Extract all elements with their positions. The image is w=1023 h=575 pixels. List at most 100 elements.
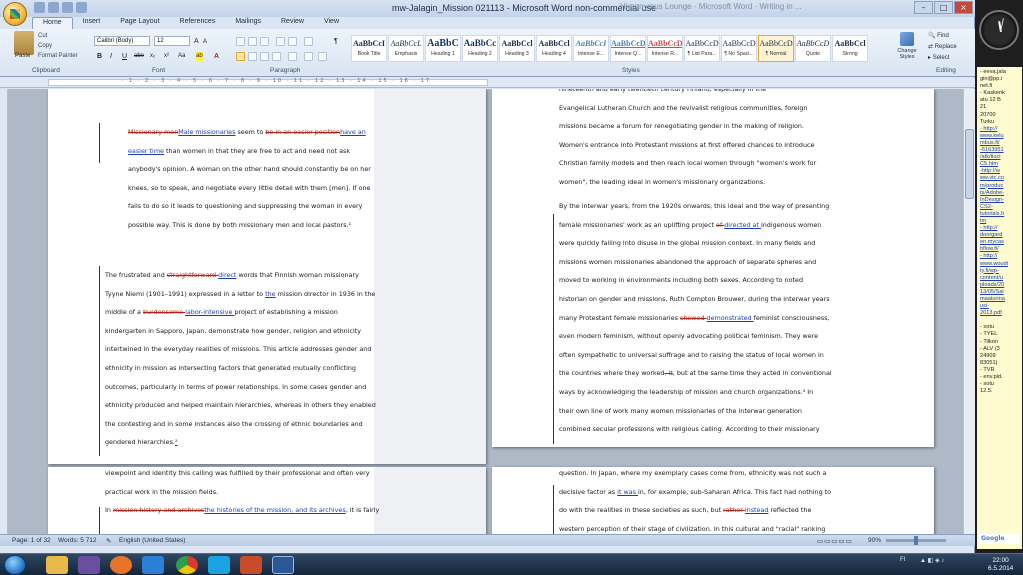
style-emphasis[interactable]: AaBbCcL Emphasis: [388, 35, 424, 62]
close-button[interactable]: ×: [954, 1, 973, 14]
tray-language[interactable]: FI: [900, 557, 905, 563]
style-heading-2[interactable]: AaBbCc Heading 2: [462, 35, 498, 62]
note-link[interactable]: - http://: [980, 225, 1020, 232]
italic-button[interactable]: I: [110, 52, 112, 61]
language-indicator[interactable]: English (United States): [119, 537, 185, 544]
horizontal-ruler[interactable]: · 1 · 2 · 3 · 4 · 5 · 6 · 7 · 8 · 9 · 10…: [0, 78, 975, 88]
sticky-notes-gadget[interactable]: - eeva.jala gin@pp.i net.fi - Kaskenk atu 12…: [977, 67, 1022, 549]
note-link[interactable]: InDesign-: [980, 197, 1020, 204]
style-intense-quote[interactable]: AaBbCcD Intense Q...: [610, 35, 646, 62]
note-link[interactable]: C5.htm: [980, 161, 1020, 168]
font-color-button[interactable]: A: [214, 52, 219, 61]
align-left-icon[interactable]: [236, 52, 245, 61]
scrollbar-thumb[interactable]: [965, 129, 974, 199]
note-link[interactable]: hflow.fi/: [980, 246, 1020, 253]
note-link[interactable]: - http://: [980, 126, 1020, 133]
note-link[interactable]: www.woudi: [980, 261, 1020, 268]
google-search-gadget[interactable]: Google: [979, 534, 1019, 544]
subscript-button[interactable]: x₂: [150, 52, 155, 61]
note-link[interactable]: ploads/20: [980, 282, 1020, 289]
outlook-icon[interactable]: [240, 556, 262, 574]
format-painter-button[interactable]: Format Painter: [38, 51, 78, 61]
note-link[interactable]: m/produc: [980, 183, 1020, 190]
grow-font-button[interactable]: A: [194, 37, 199, 46]
note-link[interactable]: content/u: [980, 275, 1020, 282]
replace-button[interactable]: ⇄ Replace: [928, 42, 957, 53]
numbering-icon[interactable]: [248, 37, 257, 46]
firefox-icon[interactable]: [110, 556, 132, 574]
proofing-icon[interactable]: ✎: [106, 537, 111, 545]
style-strong[interactable]: AaBbCcl Strong: [832, 35, 868, 62]
view-buttons[interactable]: ▭▭▭▭▭: [817, 537, 853, 545]
note-link[interactable]: usi-: [980, 303, 1020, 310]
word-taskbar-icon[interactable]: [272, 556, 294, 574]
note-link[interactable]: - http://: [980, 253, 1020, 260]
style-list-paragraph[interactable]: AaBbCcD ¶ List Para...: [684, 35, 720, 62]
font-size-select[interactable]: 12: [154, 36, 190, 46]
word-count[interactable]: Words: 5 712: [58, 537, 97, 544]
vertical-ruler[interactable]: [0, 89, 8, 534]
justify-icon[interactable]: [272, 52, 281, 61]
start-button[interactable]: [4, 555, 26, 575]
media-player-icon[interactable]: [78, 556, 100, 574]
style-intense-emphasis[interactable]: AaBbCcI Intense E...: [573, 35, 609, 62]
align-right-icon[interactable]: [260, 52, 269, 61]
align-center-icon[interactable]: [248, 52, 257, 61]
note-link[interactable]: /atk/tiuci: [980, 154, 1020, 161]
style-no-spacing[interactable]: AaBbCcD ¶ No Spaci...: [721, 35, 757, 62]
note-link[interactable]: en.mycas: [980, 239, 1020, 246]
explorer-icon[interactable]: [46, 556, 68, 574]
tab-review[interactable]: Review: [271, 17, 314, 29]
maximize-button[interactable]: □: [934, 1, 953, 14]
zoom-level[interactable]: 90%: [868, 537, 881, 544]
tray-icons[interactable]: ▲ ◧ ◈ ♪: [920, 557, 944, 564]
decrease-indent-icon[interactable]: [276, 37, 285, 46]
multilevel-list-icon[interactable]: [260, 37, 269, 46]
note-link[interactable]: 2013.pdf: [980, 310, 1020, 317]
note-link[interactable]: doorgard: [980, 232, 1020, 239]
note-link[interactable]: ty.fi/wp-: [980, 268, 1020, 275]
font-family-select[interactable]: Calibri (Body): [94, 36, 150, 46]
bold-button[interactable]: B: [97, 52, 102, 61]
style-book-title[interactable]: AaBbCcI Book Title: [351, 35, 387, 62]
save-icon[interactable]: [34, 2, 45, 13]
style-quote[interactable]: AaBbCcD Quote: [795, 35, 831, 62]
tab-page-layout[interactable]: Page Layout: [110, 17, 169, 29]
zoom-slider-handle[interactable]: [914, 536, 918, 545]
shrink-font-button[interactable]: A: [203, 38, 207, 47]
cut-button[interactable]: Cut: [38, 31, 78, 41]
internet-explorer-icon[interactable]: [142, 556, 164, 574]
tab-mailings[interactable]: Mailings: [225, 17, 271, 29]
office-button[interactable]: [3, 2, 27, 26]
chrome-icon[interactable]: [176, 556, 198, 574]
print-icon[interactable]: [76, 2, 87, 13]
sort-icon[interactable]: [304, 37, 313, 46]
highlight-button[interactable]: ab: [196, 52, 203, 61]
note-link[interactable]: ts/Adobe-: [980, 190, 1020, 197]
style-intense-reference[interactable]: AaBbCcD Intense R...: [647, 35, 683, 62]
note-link[interactable]: www.kelu: [980, 133, 1020, 140]
change-case-button[interactable]: Aa: [178, 52, 185, 61]
tab-insert[interactable]: Insert: [73, 17, 111, 29]
borders-icon[interactable]: [318, 52, 327, 61]
note-link[interactable]: tm: [980, 218, 1020, 225]
style-normal[interactable]: AaBbCcD ¶ Normal: [758, 35, 794, 62]
style-heading-1[interactable]: AaBbC Heading 1: [425, 35, 461, 62]
skype-icon[interactable]: [208, 556, 230, 574]
style-heading-4[interactable]: AaBbCcl Heading 4: [536, 35, 572, 62]
note-link[interactable]: maatunna: [980, 296, 1020, 303]
shading-icon[interactable]: [304, 52, 313, 61]
tab-view[interactable]: View: [314, 17, 349, 29]
minimize-button[interactable]: –: [914, 1, 933, 14]
undo-icon[interactable]: [48, 2, 59, 13]
note-link[interactable]: -http://w: [980, 168, 1020, 175]
vertical-scrollbar[interactable]: [963, 89, 975, 534]
strikethrough-button[interactable]: abe: [134, 52, 144, 61]
note-link[interactable]: CS2-: [980, 204, 1020, 211]
note-link[interactable]: -6163951: [980, 147, 1020, 154]
line-spacing-icon[interactable]: [288, 52, 297, 61]
note-link[interactable]: tutorials.h: [980, 211, 1020, 218]
select-button[interactable]: ▸ Select: [928, 53, 957, 64]
paste-button[interactable]: Paste: [15, 53, 30, 59]
style-heading-3[interactable]: AaBbCcl Heading 3: [499, 35, 535, 62]
